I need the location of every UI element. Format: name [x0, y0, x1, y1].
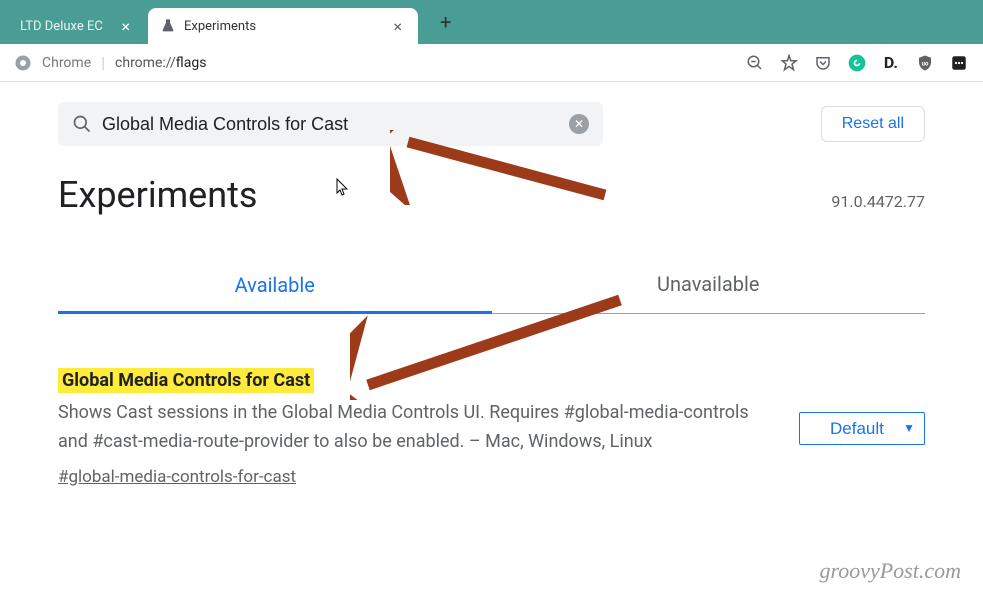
extension-menu-icon[interactable]: [949, 53, 969, 73]
zoom-out-icon[interactable]: [745, 53, 765, 73]
search-row: ✕ Reset all: [58, 102, 925, 146]
flask-icon: [160, 18, 176, 34]
clear-icon[interactable]: ✕: [569, 114, 589, 134]
pocket-icon[interactable]: [813, 53, 833, 73]
tab-unavailable[interactable]: Unavailable: [492, 258, 926, 313]
page-content: ✕ Reset all Experiments 91.0.4472.77 Ava…: [0, 82, 983, 487]
flag-item: Global Media Controls for Cast Shows Cas…: [58, 370, 925, 487]
flag-state-select[interactable]: Default: [799, 412, 925, 445]
flag-title: Global Media Controls for Cast: [58, 368, 314, 393]
address-divider: |: [101, 53, 105, 72]
page-title: Experiments: [58, 174, 257, 216]
tab-inactive[interactable]: LTD Deluxe EC ×: [8, 8, 146, 44]
watermark: groovyPost.com: [819, 558, 961, 584]
address-url[interactable]: chrome://flags: [115, 55, 735, 71]
tab-title: LTD Deluxe EC: [20, 19, 117, 34]
browser-tab-bar: LTD Deluxe EC × Experiments × +: [0, 0, 983, 44]
extension-d-icon[interactable]: D.: [881, 53, 901, 73]
flag-select-wrapper: Default ▼: [799, 370, 925, 487]
ublock-icon[interactable]: uo: [915, 53, 935, 73]
address-bar: Chrome | chrome://flags D. uo: [0, 44, 983, 82]
search-box: ✕: [58, 102, 603, 146]
flag-anchor-link[interactable]: #global-media-controls-for-cast: [58, 467, 296, 487]
grammarly-icon[interactable]: [847, 53, 867, 73]
content-tabs: Available Unavailable: [58, 258, 925, 314]
title-row: Experiments 91.0.4472.77: [58, 174, 925, 216]
close-icon[interactable]: ×: [389, 17, 406, 36]
address-label: Chrome: [42, 55, 91, 71]
extension-icons: D. uo: [745, 53, 969, 73]
version-label: 91.0.4472.77: [831, 192, 925, 211]
chrome-icon: [14, 54, 32, 72]
tab-title: Experiments: [184, 19, 389, 34]
svg-text:uo: uo: [922, 60, 929, 67]
tab-active[interactable]: Experiments ×: [148, 8, 418, 44]
reset-all-button[interactable]: Reset all: [821, 106, 925, 142]
new-tab-button[interactable]: +: [426, 10, 465, 34]
star-icon[interactable]: [779, 53, 799, 73]
search-input[interactable]: [102, 114, 569, 135]
close-icon[interactable]: ×: [117, 17, 134, 36]
flag-body: Global Media Controls for Cast Shows Cas…: [58, 370, 769, 487]
search-icon: [72, 114, 92, 134]
tab-available[interactable]: Available: [58, 259, 492, 314]
cursor-icon: [336, 178, 350, 196]
flag-description: Shows Cast sessions in the Global Media …: [58, 399, 769, 457]
